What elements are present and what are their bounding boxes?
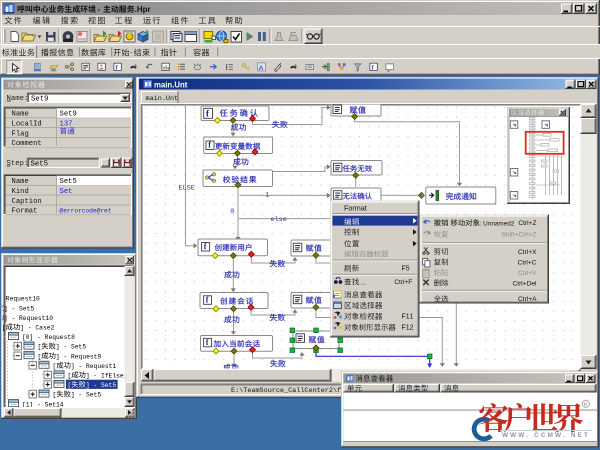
svg-text:Set9: Set9 [31, 96, 49, 104]
svg-text:Set9: Set9 [60, 111, 77, 119]
svg-text:Name:: Name: [7, 95, 29, 103]
svg-text:F12: F12 [402, 325, 414, 332]
svg-text:Ctrl+A: Ctrl+A [518, 296, 537, 303]
svg-text:] - Request10: ] - Request10 [4, 315, 53, 322]
svg-text:WWW. CCMW. NET: WWW. CCMW. NET [502, 432, 590, 439]
svg-text:R: R [584, 402, 588, 408]
svg-text:[: [ [53, 392, 57, 399]
svg-text:] - Set5: ] - Set5 [71, 392, 101, 399]
svg-text:main.Unt: main.Unt [146, 95, 179, 103]
svg-text:Shift+Ctrl+Z: Shift+Ctrl+Z [501, 232, 536, 239]
svg-text:...: ... [360, 280, 366, 287]
svg-text:f: f [206, 296, 209, 305]
svg-text:Ctrl+V: Ctrl+V [518, 270, 537, 277]
svg-text:] - IfElse1: ] - IfElse1 [86, 373, 128, 380]
svg-text:else: else [271, 216, 287, 224]
svg-text:Request10: Request10 [6, 296, 40, 303]
svg-text:[: [ [38, 353, 42, 360]
svg-text:Ctrl+C: Ctrl+C [518, 259, 537, 266]
svg-text:@errorcode@ret: @errorcode@ret [60, 208, 112, 215]
svg-text:Set: Set [60, 188, 73, 196]
svg-text:F11: F11 [402, 314, 414, 321]
svg-text:Kind: Kind [12, 188, 29, 196]
svg-text:] - Case2: ] - Case2 [20, 325, 54, 332]
svg-text:Ctrl+F: Ctrl+F [394, 279, 412, 286]
svg-text:.Hpr: .Hpr [135, 5, 151, 14]
svg-text:Set5: Set5 [60, 178, 77, 186]
svg-text:Caption: Caption [12, 198, 42, 206]
svg-text:] - Request9: ] - Request9 [56, 353, 102, 360]
svg-text:0: 0 [230, 208, 234, 216]
svg-text:E:\TeamSource_CallCenter2\flwV: E:\TeamSource_CallCenter2\flwV [231, 387, 354, 395]
svg-text:[0] - Request8: [0] - Request8 [22, 334, 75, 341]
svg-text:ELSE: ELSE [179, 185, 195, 193]
svg-text:[: [ [68, 373, 72, 380]
svg-text:-: - [98, 5, 101, 14]
svg-text:F5: F5 [402, 266, 410, 273]
svg-text:f: f [208, 141, 211, 150]
svg-text:137: 137 [60, 121, 73, 129]
svg-text:Step:: Step: [7, 160, 29, 168]
svg-text:Comment: Comment [12, 140, 42, 148]
svg-text:[: [ [68, 382, 72, 389]
svg-text:] - Set5: ] - Set5 [86, 382, 116, 389]
svg-text:Name: Name [12, 111, 29, 119]
svg-text:[: [ [53, 363, 57, 370]
svg-text:f: f [206, 338, 209, 347]
svg-text:1: 1 [265, 192, 269, 200]
svg-text:Format: Format [12, 208, 38, 216]
svg-text:Format: Format [344, 204, 367, 213]
svg-text:Ctrl+Z: Ctrl+Z [518, 220, 536, 227]
svg-text:LocalId: LocalId [12, 121, 42, 129]
svg-text:Name: Name [12, 178, 29, 186]
svg-text:: Unnamed2: : Unnamed2 [480, 221, 515, 228]
svg-text:main.Unt: main.Unt [154, 81, 188, 90]
svg-text:Ctrl+Del: Ctrl+Del [513, 280, 538, 287]
svg-text:Set5: Set5 [31, 161, 49, 169]
svg-text:] - Set5: ] - Set5 [56, 344, 86, 351]
svg-text:...: ... [103, 161, 109, 168]
svg-text:Ctrl+X: Ctrl+X [518, 249, 537, 256]
svg-text:[: [ [38, 344, 42, 351]
svg-text:f: f [204, 242, 207, 251]
svg-text:Flag: Flag [12, 130, 29, 138]
svg-text:] - Set5: ] - Set5 [4, 305, 34, 312]
svg-text:] - Request1: ] - Request1 [71, 363, 117, 370]
svg-text:A: A [259, 65, 264, 72]
